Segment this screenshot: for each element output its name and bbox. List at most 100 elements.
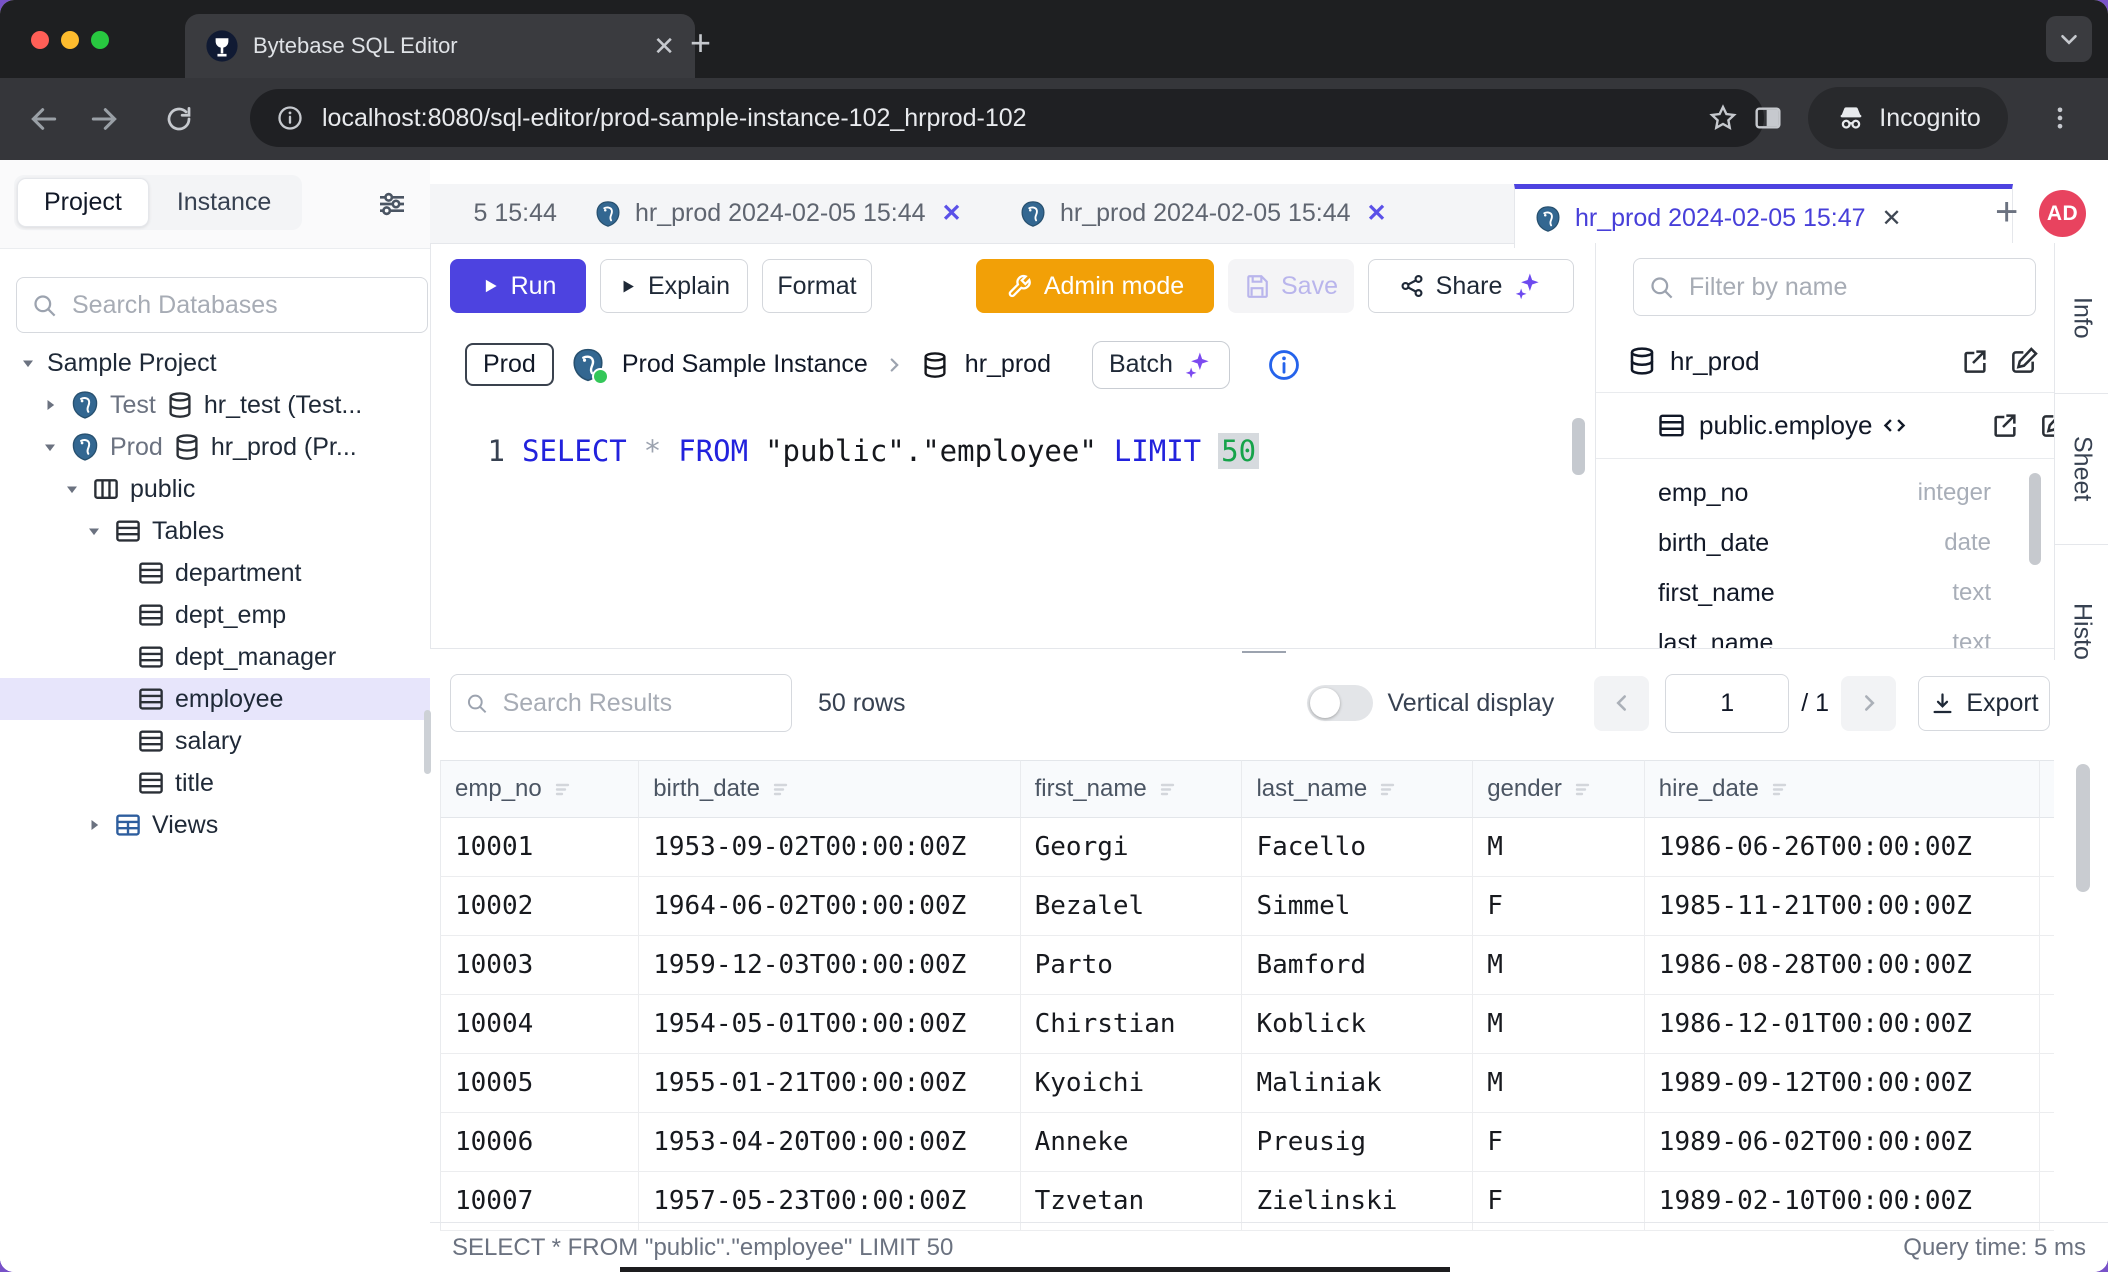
breadcrumb-instance[interactable]: Prod Sample Instance (622, 350, 868, 379)
table-cell[interactable]: Anneke (1021, 1113, 1243, 1172)
macos-close-button[interactable] (31, 31, 49, 49)
back-button[interactable] (28, 103, 60, 135)
close-icon[interactable]: ✕ (942, 199, 962, 228)
tree-item-table-department[interactable]: department (0, 552, 430, 594)
table-cell[interactable]: M (1473, 1054, 1645, 1113)
sort-icon[interactable] (1377, 777, 1401, 801)
url-text[interactable]: localhost:8080/sql-editor/prod-sample-in… (322, 104, 1690, 133)
schema-filter-box[interactable] (1633, 258, 2036, 316)
tab-sheet[interactable]: Sheet (2055, 394, 2108, 545)
macos-minimize-button[interactable] (61, 31, 79, 49)
share-button[interactable]: Share (1368, 259, 1574, 313)
new-browser-tab-button[interactable]: + (690, 22, 711, 64)
database-search-input[interactable] (70, 290, 413, 321)
column-header[interactable]: emp_no (440, 760, 639, 818)
external-link-icon[interactable] (1989, 409, 2021, 441)
sidebar-resize-handle[interactable] (424, 710, 431, 774)
sort-icon[interactable] (770, 777, 794, 801)
editor-scrollbar-thumb[interactable] (1572, 418, 1585, 475)
schema-filter-input[interactable] (1687, 272, 2021, 303)
table-cell[interactable]: F (1473, 1113, 1645, 1172)
tab-info[interactable]: Info (2055, 243, 2108, 394)
worksheet-tab-4-active[interactable]: hr_prod 2024-02-05 15:47 ✕ (1514, 184, 2013, 248)
table-cell[interactable]: F (1473, 877, 1645, 936)
results-search-box[interactable] (450, 674, 792, 732)
worksheet-tab-3[interactable]: hr_prod 2024-02-05 15:44 ✕ (1000, 184, 1551, 243)
table-cell[interactable]: 1985-11-21T00:00:00Z (1645, 877, 2040, 936)
database-search-box[interactable] (16, 277, 428, 333)
column-header[interactable]: first_name (1021, 760, 1243, 818)
schema-database-row[interactable]: hr_prod (1596, 330, 2055, 393)
tree-item-tables-group[interactable]: Tables (0, 510, 430, 552)
browser-menu-icon[interactable] (2046, 104, 2074, 132)
tree-item-table-salary[interactable]: salary (0, 720, 430, 762)
table-cell[interactable]: 1953-09-02T00:00:00Z (639, 818, 1020, 877)
format-button[interactable]: Format (762, 259, 872, 313)
table-cell[interactable]: 1986-08-28T00:00:00Z (1645, 936, 2040, 995)
next-page-button[interactable] (1841, 676, 1896, 731)
code-icon[interactable] (1880, 411, 1909, 440)
tab-project[interactable]: Project (17, 178, 149, 227)
worksheet-tab-2[interactable]: hr_prod 2024-02-05 15:44 ✕ (575, 184, 1037, 243)
close-icon[interactable]: ✕ (1367, 199, 1387, 228)
site-info-icon[interactable] (276, 104, 304, 132)
prev-page-button[interactable] (1594, 676, 1649, 731)
breadcrumb-database[interactable]: hr_prod (965, 350, 1051, 379)
table-cell[interactable]: 10003 (440, 936, 639, 995)
vertical-display-toggle[interactable] (1307, 685, 1373, 721)
table-cell[interactable]: Kyoichi (1021, 1054, 1243, 1113)
address-bar[interactable]: localhost:8080/sql-editor/prod-sample-in… (250, 89, 1764, 147)
table-cell[interactable]: 1954-05-01T00:00:00Z (639, 995, 1020, 1054)
table-cell[interactable]: Parto (1021, 936, 1243, 995)
tree-item-hr-prod[interactable]: Prod hr_prod (Pr... (0, 426, 430, 468)
sql-code-line[interactable]: 1 SELECT * FROM "public"."employee" LIMI… (430, 429, 1259, 473)
column-row[interactable]: emp_no integer (1596, 468, 2055, 518)
edit-icon[interactable] (2008, 345, 2040, 377)
tree-item-views-group[interactable]: Views (0, 804, 430, 846)
sort-icon[interactable] (1769, 777, 1793, 801)
column-header[interactable]: birth_date (639, 760, 1020, 818)
sort-icon[interactable] (1157, 777, 1181, 801)
browser-tab[interactable]: Bytebase SQL Editor ✕ (185, 14, 695, 78)
tree-item-project[interactable]: Sample Project (0, 342, 430, 384)
column-row[interactable]: birth_date date (1596, 518, 2055, 568)
tree-item-table-title[interactable]: title (0, 762, 430, 804)
explain-button[interactable]: Explain (600, 259, 748, 313)
tab-search-button[interactable] (2046, 16, 2092, 62)
tree-item-table-dept-manager[interactable]: dept_manager (0, 636, 430, 678)
table-cell[interactable]: Georgi (1021, 818, 1243, 877)
bookmark-star-icon[interactable] (1708, 103, 1738, 133)
external-link-icon[interactable] (1959, 345, 1991, 377)
table-cell[interactable]: 10002 (440, 877, 639, 936)
new-worksheet-button[interactable]: + (1995, 192, 2018, 232)
table-cell[interactable]: 1964-06-02T00:00:00Z (639, 877, 1020, 936)
edit-icon[interactable] (2038, 409, 2055, 441)
admin-mode-button[interactable]: Admin mode (976, 259, 1214, 313)
table-cell[interactable]: Maliniak (1242, 1054, 1473, 1113)
table-cell[interactable]: M (1473, 936, 1645, 995)
table-cell[interactable]: Bezalel (1021, 877, 1243, 936)
table-cell[interactable]: 10001 (440, 818, 639, 877)
table-cell[interactable]: 1989-06-02T00:00:00Z (1645, 1113, 2040, 1172)
results-scrollbar-thumb[interactable] (2076, 764, 2090, 892)
tree-item-table-dept-emp[interactable]: dept_emp (0, 594, 430, 636)
tree-item-table-employee[interactable]: employee (0, 678, 430, 720)
side-panel-icon[interactable] (1752, 102, 1784, 134)
sort-icon[interactable] (1572, 777, 1596, 801)
table-cell[interactable]: 1986-06-26T00:00:00Z (1645, 818, 2040, 877)
schema-table-row[interactable]: public.employe (1596, 392, 2055, 459)
table-cell[interactable]: Preusig (1242, 1113, 1473, 1172)
sort-icon[interactable] (552, 777, 576, 801)
save-button[interactable]: Save (1228, 259, 1354, 313)
column-header[interactable]: last_name (1242, 760, 1473, 818)
table-cell[interactable]: Chirstian (1021, 995, 1243, 1054)
run-button[interactable]: Run (450, 259, 586, 313)
schema-scrollbar-thumb[interactable] (2029, 473, 2041, 565)
tree-settings-icon[interactable] (376, 188, 408, 220)
table-cell[interactable]: Koblick (1242, 995, 1473, 1054)
user-avatar[interactable]: AD (2039, 190, 2086, 237)
info-icon[interactable] (1267, 348, 1301, 382)
table-cell[interactable]: M (1473, 818, 1645, 877)
tree-item-hr-test[interactable]: Test hr_test (Test... (0, 384, 430, 426)
table-cell[interactable]: 1989-09-12T00:00:00Z (1645, 1054, 2040, 1113)
